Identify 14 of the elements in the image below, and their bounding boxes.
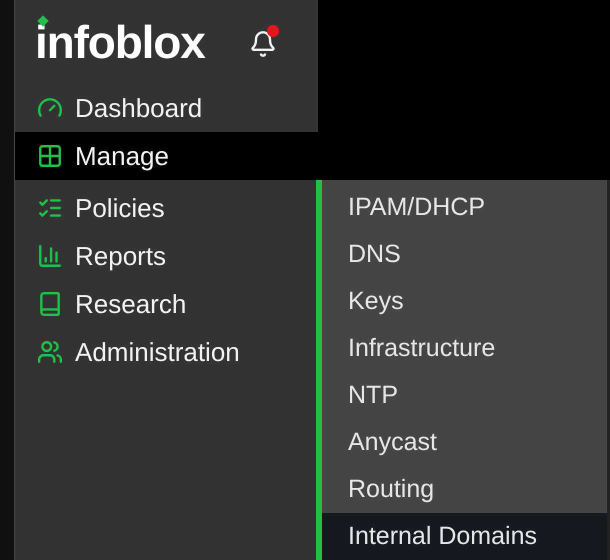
submenu-item[interactable]: DNS xyxy=(322,231,607,278)
submenu-item[interactable]: Infrastructure xyxy=(322,325,607,372)
submenu-item[interactable]: NTP xyxy=(322,372,607,419)
submenu-item[interactable]: Anycast xyxy=(322,419,607,466)
bar-chart-icon xyxy=(37,243,63,269)
grid-icon xyxy=(37,143,63,169)
submenu-item[interactable]: IPAM/DHCP xyxy=(322,184,607,231)
submenu-item[interactable]: Internal Domains xyxy=(322,513,607,560)
submenu-item[interactable]: Keys xyxy=(322,278,607,325)
nav-item[interactable]: Dashboard xyxy=(15,84,318,132)
notification-bell-icon[interactable] xyxy=(248,25,279,59)
submenu-item[interactable]: Routing xyxy=(322,466,607,513)
people-icon xyxy=(37,339,63,365)
book-icon xyxy=(37,291,63,317)
